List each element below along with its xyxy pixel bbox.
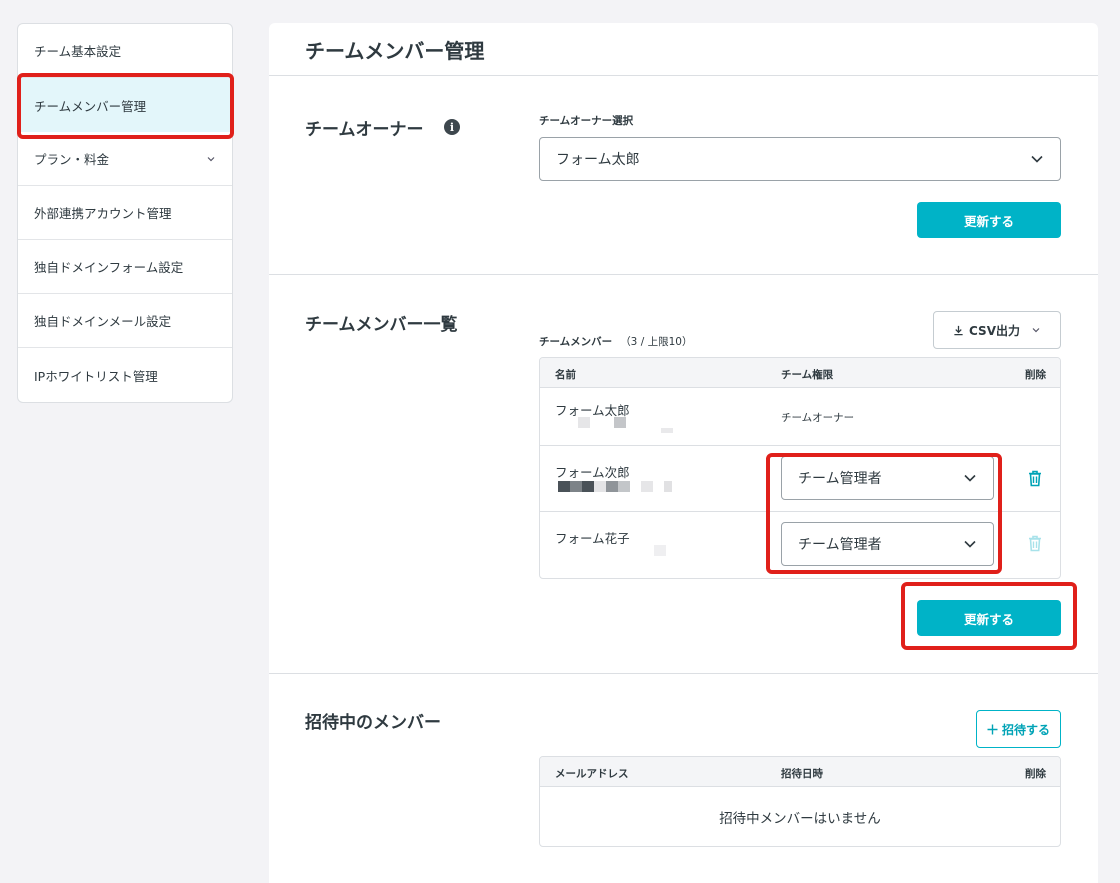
csv-export-button[interactable]: CSV出力 [933, 311, 1061, 349]
member-list-label: チームメンバー （3 / 上限10） [539, 334, 692, 349]
divider [269, 75, 1098, 76]
member-role-value: チーム管理者 [798, 471, 882, 487]
masked-email [618, 481, 630, 492]
sidebar-item-team-member-management[interactable]: チームメンバー管理 [18, 78, 232, 132]
masked-email [661, 428, 673, 433]
invite-section-title: 招待中のメンバー [305, 713, 441, 733]
members-table-header: 名前 チーム権限 削除 [540, 358, 1060, 388]
member-role-value: チーム管理者 [798, 537, 882, 553]
owner-update-button[interactable]: 更新する [917, 202, 1061, 238]
member-list-label-text: チームメンバー [539, 336, 613, 348]
table-row: フォーム太郎 チームオーナー [540, 388, 1060, 446]
chevron-down-icon [1032, 328, 1040, 333]
col-header-date: 招待日時 [781, 768, 823, 780]
owner-select-label: チームオーナー選択 [539, 115, 634, 127]
sidebar-item-label: 独自ドメインフォーム設定 [34, 260, 184, 275]
sidebar-item-custom-domain-mail[interactable]: 独自ドメインメール設定 [18, 294, 232, 348]
sidebar-item-label: チームメンバー管理 [34, 98, 147, 114]
sidebar-item-label: IPホワイトリスト管理 [34, 368, 158, 384]
table-row: フォーム次郎 チーム管理者 [540, 446, 1060, 512]
masked-email [664, 481, 672, 492]
masked-email [654, 545, 666, 556]
chevron-down-icon [964, 540, 976, 548]
member-name: フォーム次郎 [555, 465, 630, 480]
divider [269, 673, 1098, 674]
divider [269, 274, 1098, 275]
table-row: フォーム花子 チーム管理者 [540, 512, 1060, 578]
invites-table-header: メールアドレス 招待日時 削除 [540, 757, 1060, 787]
sidebar-item-custom-domain-form[interactable]: 独自ドメインフォーム設定 [18, 240, 232, 294]
sidebar-item-label: 外部連携アカウント管理 [34, 206, 172, 221]
sidebar-item-ip-whitelist[interactable]: IPホワイトリスト管理 [18, 348, 232, 402]
masked-email [578, 417, 590, 428]
col-header-name: 名前 [555, 369, 576, 381]
chevron-down-icon [207, 156, 215, 161]
page-title: チームメンバー管理 [305, 39, 485, 63]
plus-icon [987, 724, 998, 734]
invites-table: メールアドレス 招待日時 削除 招待中メンバーはいません [539, 756, 1061, 847]
member-role-select[interactable]: チーム管理者 [781, 456, 994, 500]
sidebar-item-external-accounts[interactable]: 外部連携アカウント管理 [18, 186, 232, 240]
masked-email [582, 481, 594, 492]
member-name: フォーム花子 [555, 531, 630, 546]
member-count: （3 / 上限10） [620, 336, 693, 348]
trash-icon-disabled [1029, 535, 1041, 552]
member-role: チームオーナー [781, 412, 855, 424]
members-update-button[interactable]: 更新する [917, 600, 1061, 636]
members-section-title: チームメンバー一覧 [305, 315, 458, 335]
sidebar: チーム基本設定 チームメンバー管理 プラン・料金 外部連携アカウント管理 独自ド… [17, 23, 233, 403]
csv-export-label: CSV出力 [969, 323, 1020, 338]
members-table: 名前 チーム権限 削除 フォーム太郎 チームオーナー フォーム次郎 チーム管理者 [539, 357, 1061, 579]
masked-email [606, 481, 618, 492]
chevron-down-icon [1031, 155, 1043, 163]
sidebar-item-plan-pricing[interactable]: プラン・料金 [18, 132, 232, 186]
col-header-delete: 削除 [1025, 768, 1046, 780]
masked-email [594, 481, 606, 492]
download-icon [954, 325, 963, 335]
masked-email [614, 417, 626, 428]
owner-section-title: チームオーナー [305, 120, 424, 140]
masked-email [570, 481, 582, 492]
owner-select-value: フォーム太郎 [556, 152, 640, 168]
col-header-role: チーム権限 [781, 369, 834, 381]
invite-button-label: 招待する [1001, 722, 1050, 737]
masked-email [641, 481, 653, 492]
trash-icon[interactable] [1028, 470, 1042, 487]
info-icon[interactable]: i [444, 119, 460, 135]
col-header-delete: 削除 [1025, 369, 1046, 381]
sidebar-item-label: プラン・料金 [34, 152, 110, 167]
masked-email [558, 481, 570, 492]
sidebar-item-label: 独自ドメインメール設定 [34, 314, 172, 329]
member-role-select[interactable]: チーム管理者 [781, 522, 994, 566]
empty-invites-message: 招待中メンバーはいません [719, 811, 881, 827]
main-panel: チームメンバー管理 チームオーナー i チームオーナー選択 フォーム太郎 更新す… [269, 23, 1098, 883]
chevron-down-icon [964, 474, 976, 482]
sidebar-item-team-basic-settings[interactable]: チーム基本設定 [18, 24, 232, 78]
invite-button[interactable]: 招待する [976, 710, 1061, 748]
col-header-email: メールアドレス [555, 768, 629, 780]
owner-select[interactable]: フォーム太郎 [539, 137, 1061, 181]
sidebar-item-label: チーム基本設定 [34, 44, 122, 59]
